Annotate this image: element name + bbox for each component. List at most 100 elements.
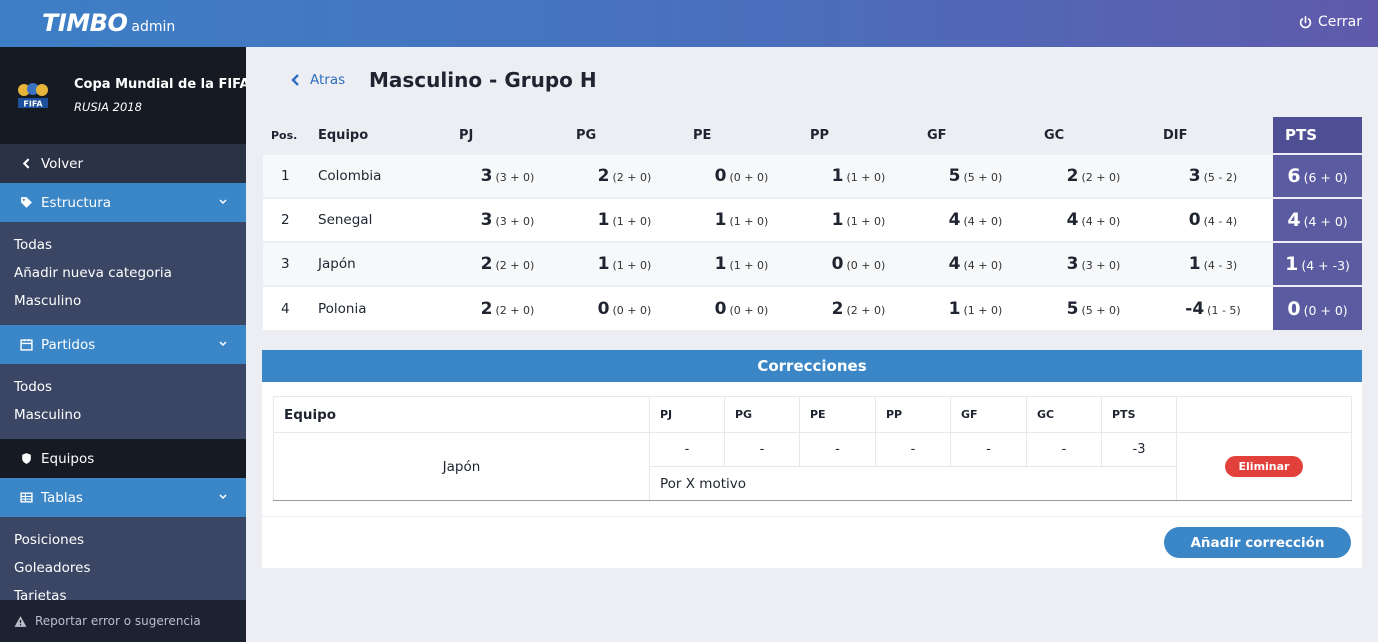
pp-cell: 1 (1 + 0) (800, 153, 917, 198)
value-main: 5 (948, 166, 961, 186)
column-header-pos: Pos. (271, 128, 298, 142)
tournament-name: Copa Mundial de la FIFA (74, 77, 246, 92)
correction-gc: - (1026, 432, 1102, 467)
table-row: 4 Polonia 2 (2 + 0) 0 (0 + 0) 0 (0 + 0) 2 (2… (263, 285, 1362, 330)
sidebar-section-label: Partidos (41, 336, 96, 353)
value-detail: (2 + 0) (1081, 171, 1121, 184)
pp-cell: 0 (0 + 0) (800, 241, 917, 286)
value-detail: (4 + 0) (1303, 214, 1348, 229)
value-detail: (0 + 0) (729, 303, 769, 317)
sidebar-section-equipos[interactable]: Equipos (0, 439, 246, 478)
delete-correction-button[interactable]: Eliminar (1224, 456, 1304, 477)
column-header-gc: GC (1026, 396, 1102, 433)
value-detail: (1 + 0) (612, 259, 652, 272)
column-header-gf: GF (950, 396, 1027, 433)
value-main: 5 (1066, 298, 1079, 319)
pts-cell: 1 (4 + -3) (1273, 241, 1362, 286)
value-main: 0 (1188, 210, 1201, 230)
sidebar-item-masculino[interactable]: Masculino (14, 293, 81, 309)
value-detail: (6 + 0) (1303, 170, 1348, 185)
value-detail: (0 + 0) (612, 303, 652, 317)
chevron-left-icon (291, 74, 299, 86)
value-main: 0 (714, 298, 727, 319)
value-main: 3 (480, 210, 493, 230)
column-header-pj: PJ (649, 396, 725, 433)
sidebar-back-button[interactable]: Volver (0, 144, 246, 183)
position-cell: 2 (263, 197, 308, 242)
column-header-pe: PE (799, 396, 876, 433)
sidebar-section-estructura[interactable]: Estructura (0, 183, 246, 222)
fifa-logo-icon: FIFA (18, 83, 48, 109)
value-detail: (1 + 0) (729, 215, 769, 228)
value-main: -4 (1185, 298, 1205, 319)
correction-reason: Por X motivo (649, 466, 1177, 501)
gc-cell: 2 (2 + 0) (1034, 153, 1153, 198)
page-title: Masculino - Grupo H (369, 68, 597, 92)
report-error-button[interactable]: Reportar error o sugerencia (0, 600, 246, 642)
value-main: 0 (831, 254, 844, 274)
corrections-card: Correcciones Equipo PJ PG PE PP GF GC PT… (262, 350, 1362, 568)
pj-cell: 2 (2 + 0) (449, 285, 566, 330)
pg-cell: 1 (1 + 0) (566, 241, 683, 286)
value-main: 1 (714, 210, 727, 230)
pts-cell: 6 (6 + 0) (1273, 153, 1362, 198)
sidebar-section-partidos[interactable]: Partidos (0, 325, 246, 364)
power-icon (1299, 15, 1312, 28)
gf-cell: 1 (1 + 0) (917, 285, 1034, 330)
correction-pe: - (799, 432, 876, 467)
pe-cell: 0 (0 + 0) (683, 285, 800, 330)
correction-pj: - (649, 432, 725, 467)
team-cell: Senegal (308, 197, 449, 242)
standings-header-row: Pos. Equipo PJ PG PE PP GF GC DIF PTS (263, 117, 1362, 154)
value-detail: (2 + 0) (495, 303, 535, 317)
value-main: 4 (948, 254, 961, 274)
value-detail: (3 + 0) (495, 171, 535, 184)
sidebar-item-todos[interactable]: Todos (14, 379, 52, 395)
sidebar-section-tablas[interactable]: Tablas (0, 478, 246, 517)
value-main: 3 (1188, 166, 1201, 186)
corrections-title: Correcciones (262, 350, 1362, 382)
add-correction-button[interactable]: Añadir corrección (1164, 527, 1351, 558)
value-main: 2 (480, 254, 493, 274)
column-header-pj: PJ (459, 127, 474, 143)
value-detail: (1 + 0) (846, 171, 886, 184)
dif-cell: 1 (4 - 3) (1153, 241, 1273, 286)
value-detail: (4 + 0) (963, 215, 1003, 228)
value-main: 1 (1188, 254, 1201, 274)
sidebar-back-label: Volver (41, 155, 84, 172)
value-detail: (4 - 4) (1203, 215, 1238, 228)
pj-cell: 2 (2 + 0) (449, 241, 566, 286)
value-detail: (1 + 0) (963, 303, 1003, 317)
sidebar-item-todas[interactable]: Todas (14, 237, 52, 253)
column-header-gc: GC (1044, 127, 1065, 143)
svg-text:FIFA: FIFA (23, 100, 43, 109)
value-detail: (4 + 0) (963, 259, 1003, 272)
pp-cell: 2 (2 + 0) (800, 285, 917, 330)
position-cell: 3 (263, 241, 308, 286)
position-cell: 4 (263, 285, 308, 330)
position-cell: 1 (263, 153, 308, 198)
value-main: 4 (948, 210, 961, 230)
value-detail: (1 + 0) (729, 259, 769, 272)
sidebar-item-nueva-categoria[interactable]: Añadir nueva categoria (14, 265, 172, 281)
column-header-actions (1176, 396, 1352, 433)
sidebar-item-goleadores[interactable]: Goleadores (14, 560, 90, 576)
chevron-down-icon (219, 341, 227, 347)
value-main: 2 (597, 166, 610, 186)
tag-icon (21, 197, 32, 208)
value-detail: (4 + -3) (1301, 258, 1350, 273)
value-main: 3 (480, 166, 493, 186)
column-header-pts: PTS (1273, 117, 1362, 154)
value-detail: (3 + 0) (495, 215, 535, 228)
app-logo[interactable]: TIMBO admin (42, 9, 175, 39)
sidebar-item-posiciones[interactable]: Posiciones (14, 532, 84, 548)
correction-pts: -3 (1101, 432, 1177, 467)
logo-text: TIMBO (42, 9, 128, 37)
gc-cell: 5 (5 + 0) (1034, 285, 1153, 330)
sidebar-item-masculino[interactable]: Masculino (14, 407, 81, 423)
corrections-table: Equipo PJ PG PE PP GF GC PTS Japón - - -… (273, 396, 1352, 501)
back-link[interactable]: Atras (290, 72, 345, 88)
logout-button[interactable]: Cerrar (1299, 14, 1362, 30)
value-detail: (0 + 0) (846, 259, 886, 272)
value-detail: (5 + 0) (963, 171, 1003, 184)
